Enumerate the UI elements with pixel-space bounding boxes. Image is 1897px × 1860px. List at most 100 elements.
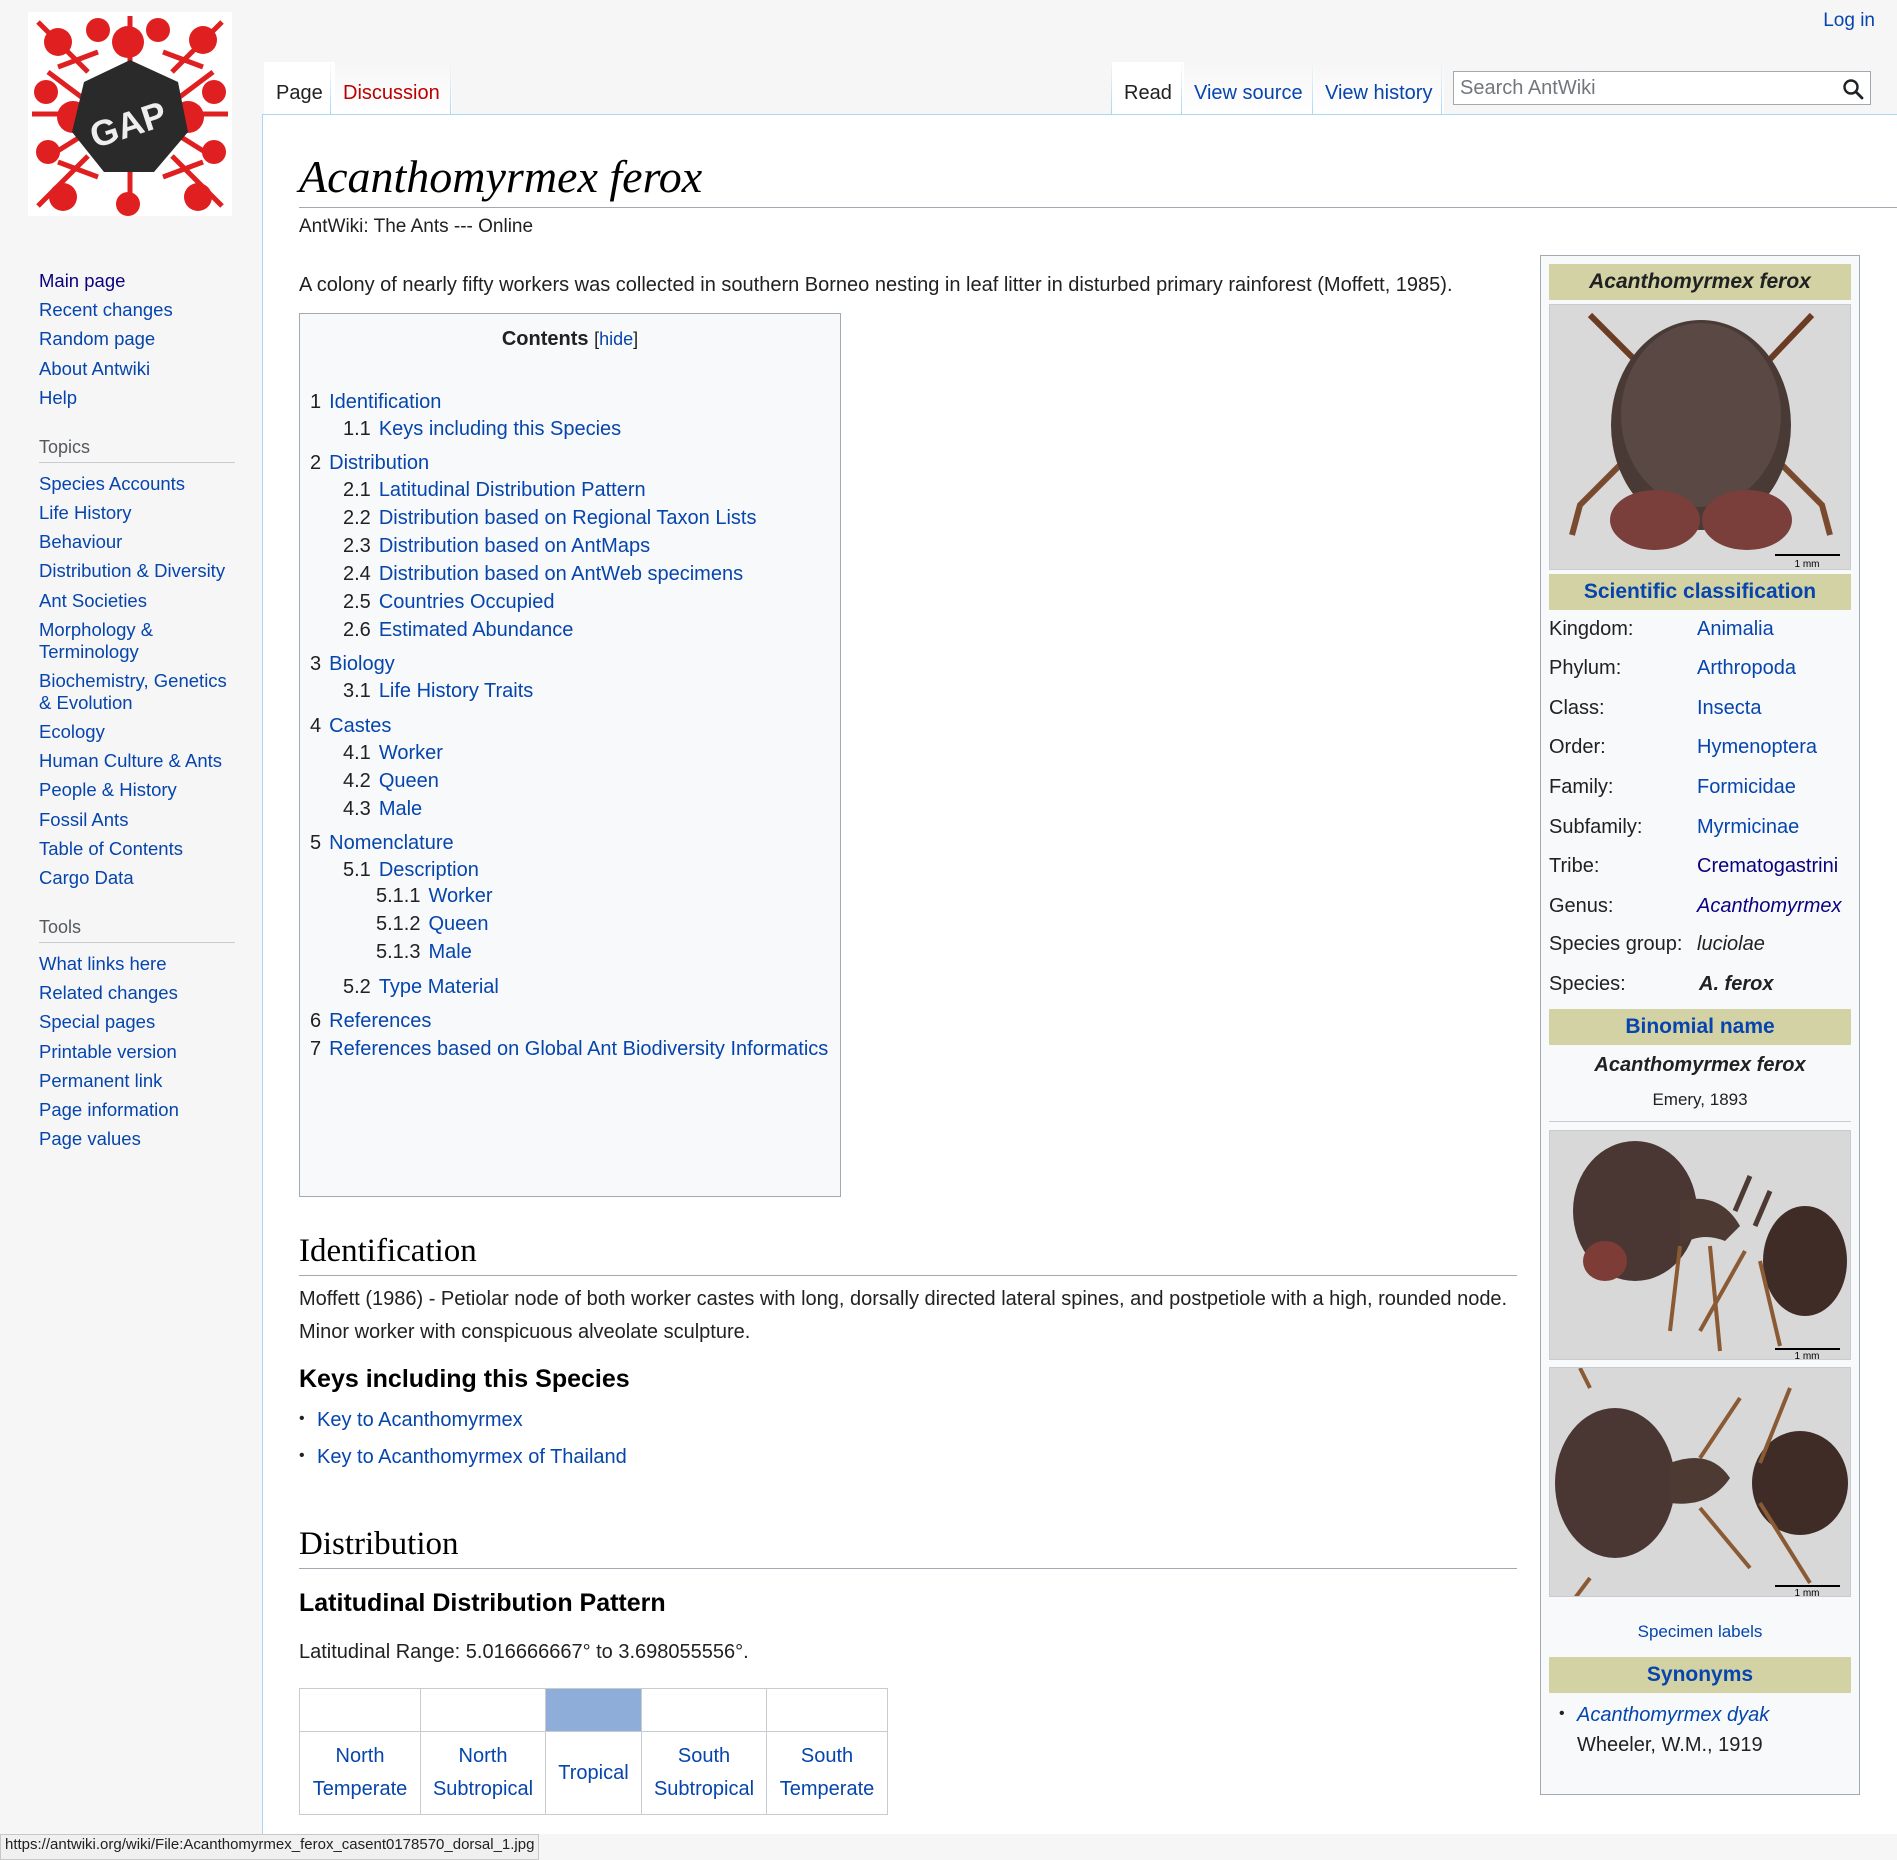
sidebar-topic-people-history[interactable]: People & History: [0, 779, 239, 801]
sidebar-tool-printable-version[interactable]: Printable version: [0, 1041, 239, 1063]
classification-value[interactable]: Hymenoptera: [1697, 736, 1817, 759]
toc-item-link[interactable]: Distribution based on Regional Taxon Lis…: [379, 507, 757, 529]
specimen-head-image[interactable]: 1 mm: [1549, 304, 1851, 570]
toc-item[interactable]: 3 Biology: [310, 653, 395, 676]
sidebar-topic-ecology[interactable]: Ecology: [0, 721, 239, 743]
taxobox-binomial-heading[interactable]: Binomial name: [1549, 1009, 1851, 1045]
toc-item-link[interactable]: Distribution based on AntMaps: [379, 535, 650, 557]
sidebar-tool-special-pages[interactable]: Special pages: [0, 1011, 239, 1033]
sidebar-topic-behaviour[interactable]: Behaviour: [0, 531, 239, 553]
toc-item[interactable]: 1.1 Keys including this Species: [343, 418, 621, 441]
toc-item[interactable]: 2.1 Latitudinal Distribution Pattern: [343, 479, 646, 502]
login-link[interactable]: Log in: [1823, 10, 1875, 31]
search-input[interactable]: [1454, 72, 1830, 104]
sidebar-item-random-page[interactable]: Random page: [0, 328, 239, 350]
tab-discussion[interactable]: Discussion: [331, 62, 452, 114]
toc-item-link[interactable]: Queen: [428, 913, 488, 935]
sidebar-topic-cargo-data[interactable]: Cargo Data: [0, 867, 239, 889]
toc-item-link[interactable]: Life History Traits: [379, 680, 533, 702]
classification-value[interactable]: Myrmicinae: [1697, 816, 1799, 839]
toc-item[interactable]: 4 Castes: [310, 715, 391, 738]
toc-item-link[interactable]: Keys including this Species: [379, 418, 621, 440]
toc-item-link[interactable]: Biology: [329, 653, 395, 675]
site-logo[interactable]: GAP: [28, 12, 232, 216]
toc-item-link[interactable]: Male: [379, 798, 422, 820]
toc-item-link[interactable]: Castes: [329, 715, 391, 737]
classification-value[interactable]: Arthropoda: [1697, 657, 1796, 680]
toc-item[interactable]: 2.3 Distribution based on AntMaps: [343, 535, 650, 558]
toc-item[interactable]: 5.2 Type Material: [343, 976, 499, 999]
toc-item[interactable]: 2.5 Countries Occupied: [343, 591, 554, 614]
toc-item[interactable]: 1 Identification: [310, 391, 441, 414]
sidebar-topic-ant-societies[interactable]: Ant Societies: [0, 590, 239, 612]
sidebar-item-recent-changes[interactable]: Recent changes: [0, 299, 239, 321]
toc-item[interactable]: 2.4 Distribution based on AntWeb specimen…: [343, 563, 743, 586]
zone-label[interactable]: North Temperate: [299, 1731, 421, 1815]
toc-item[interactable]: 4.3 Male: [343, 798, 422, 821]
toc-item[interactable]: 5.1.2 Queen: [376, 913, 489, 936]
key-link-acanthomyrmex[interactable]: Key to Acanthomyrmex: [299, 1409, 523, 1432]
tab-view-history[interactable]: View history: [1313, 62, 1445, 114]
toc-hide-link[interactable]: hide: [599, 329, 633, 349]
classification-value[interactable]: Animalia: [1697, 618, 1774, 641]
classification-value[interactable]: Formicidae: [1697, 776, 1796, 799]
toc-item-link[interactable]: Description: [379, 859, 479, 881]
sidebar-topic-life-history[interactable]: Life History: [0, 502, 239, 524]
sidebar-tool-page-information[interactable]: Page information: [0, 1099, 239, 1121]
sidebar-item-help[interactable]: Help: [0, 387, 239, 409]
toc-item-link[interactable]: Male: [428, 941, 471, 963]
sidebar-topic-species-accounts[interactable]: Species Accounts: [0, 473, 239, 495]
sidebar-item-about-antwiki[interactable]: About Antwiki: [0, 358, 239, 380]
toc-item[interactable]: 3.1 Life History Traits: [343, 680, 533, 703]
sidebar-topic-biochemistry-genetics-evolution[interactable]: Biochemistry, Genetics & Evolution: [0, 670, 239, 714]
specimen-profile-image[interactable]: 1 mm: [1549, 1130, 1851, 1360]
toc-item-link[interactable]: Countries Occupied: [379, 591, 555, 613]
sidebar-tool-permanent-link[interactable]: Permanent link: [0, 1070, 239, 1092]
classification-value[interactable]: Crematogastrini: [1697, 855, 1838, 878]
toc-item[interactable]: 6 References: [310, 1010, 431, 1033]
toc-item-link[interactable]: Latitudinal Distribution Pattern: [379, 479, 646, 501]
classification-value[interactable]: Acanthomyrmex: [1697, 895, 1842, 918]
toc-item[interactable]: 5 Nomenclature: [310, 832, 454, 855]
synonym-link[interactable]: • Acanthomyrmex dyak: [1559, 1704, 1879, 1727]
toc-item-link[interactable]: References: [329, 1010, 431, 1032]
toc-item[interactable]: 4.2 Queen: [343, 770, 439, 793]
sidebar-topic-distribution-diversity[interactable]: Distribution & Diversity: [0, 560, 239, 582]
zone-label[interactable]: South Temperate: [766, 1731, 888, 1815]
toc-item[interactable]: 4.1 Worker: [343, 742, 443, 765]
classification-value[interactable]: Insecta: [1697, 697, 1761, 720]
toc-item-link[interactable]: Worker: [428, 885, 492, 907]
toc-item-link[interactable]: Nomenclature: [329, 832, 454, 854]
sidebar-topic-fossil-ants[interactable]: Fossil Ants: [0, 809, 239, 831]
toc-item-link[interactable]: Distribution: [329, 452, 429, 474]
sidebar-item-main-page[interactable]: Main page: [0, 270, 239, 292]
taxobox-synonyms-heading[interactable]: Synonyms: [1549, 1657, 1851, 1693]
sidebar-tool-page-values[interactable]: Page values: [0, 1128, 239, 1150]
toc-item-link[interactable]: References based on Global Ant Biodivers…: [329, 1038, 828, 1060]
toc-item[interactable]: 5.1 Description: [343, 859, 479, 882]
taxobox-sci-heading[interactable]: Scientific classification: [1549, 574, 1851, 610]
sidebar-tool-related-changes[interactable]: Related changes: [0, 982, 239, 1004]
specimen-dorsal-image[interactable]: 1 mm: [1549, 1367, 1851, 1597]
toc-item[interactable]: 2.2 Distribution based on Regional Taxon …: [343, 507, 756, 530]
tab-view-source[interactable]: View source: [1182, 62, 1315, 114]
tab-page[interactable]: Page: [264, 62, 335, 114]
toc-item[interactable]: 5.1.3 Male: [376, 941, 472, 964]
zone-label[interactable]: South Subtropical: [641, 1731, 767, 1815]
toc-item[interactable]: 5.1.1 Worker: [376, 885, 493, 908]
zone-label[interactable]: Tropical: [545, 1731, 642, 1815]
zone-label[interactable]: North Subtropical: [420, 1731, 546, 1815]
sidebar-tool-what-links-here[interactable]: What links here: [0, 953, 239, 975]
toc-item-link[interactable]: Queen: [379, 770, 439, 792]
toc-item-link[interactable]: Estimated Abundance: [379, 619, 574, 641]
sidebar-topic-table-of-contents[interactable]: Table of Contents: [0, 838, 239, 860]
key-link-acanthomyrmex-thailand[interactable]: Key to Acanthomyrmex of Thailand: [299, 1446, 627, 1469]
tab-read[interactable]: Read: [1112, 62, 1184, 114]
toc-item[interactable]: 2.6 Estimated Abundance: [343, 619, 573, 642]
sidebar-topic-human-culture-ants[interactable]: Human Culture & Ants: [0, 750, 239, 772]
toc-item-link[interactable]: Worker: [379, 742, 443, 764]
toc-item-link[interactable]: Distribution based on AntWeb specimens: [379, 563, 743, 585]
toc-item[interactable]: 7 References based on Global Ant Biodiver…: [310, 1038, 828, 1061]
toc-item-link[interactable]: Type Material: [379, 976, 499, 998]
toc-item[interactable]: 2 Distribution: [310, 452, 429, 475]
